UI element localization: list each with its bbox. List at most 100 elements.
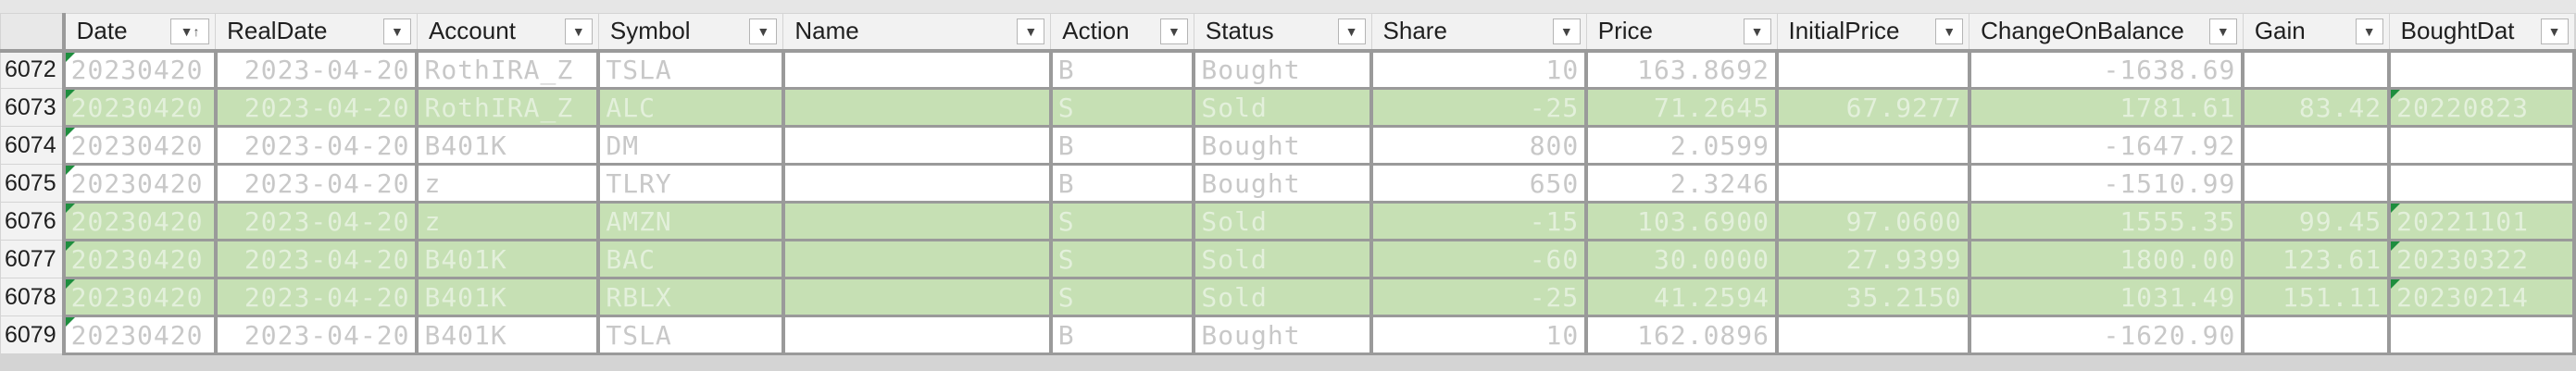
cell-account[interactable]: z — [415, 201, 601, 241]
cell-action[interactable]: B — [1048, 49, 1196, 90]
cell-symbol[interactable]: TLRY — [596, 163, 785, 204]
cell-realdate[interactable]: 2023-04-20 — [213, 49, 419, 90]
column-header-symbol[interactable]: Symbol ▼ — [597, 13, 784, 53]
cell-symbol[interactable]: ALC — [596, 87, 785, 128]
column-header-status[interactable]: Status ▼ — [1193, 13, 1372, 53]
filter-dropdown-icon[interactable]: ▼ — [2355, 19, 2383, 44]
cell-share[interactable]: 10 — [1369, 315, 1589, 355]
cell-initialprice[interactable]: 67.9277 — [1775, 87, 1971, 128]
cell-initialprice[interactable]: 35.2150 — [1775, 277, 1971, 317]
filter-dropdown-icon[interactable]: ▼ — [1159, 19, 1188, 44]
cell-gain[interactable] — [2241, 163, 2392, 204]
column-header-action[interactable]: Action ▼ — [1050, 13, 1194, 53]
cell-share[interactable]: -60 — [1369, 239, 1589, 279]
cell-account[interactable]: B401K — [415, 315, 601, 355]
cell-price[interactable]: 2.3246 — [1584, 163, 1779, 204]
cell-status[interactable]: Bought — [1192, 163, 1374, 204]
cell-gain[interactable] — [2241, 315, 2392, 355]
cell-price[interactable]: 71.2645 — [1584, 87, 1779, 128]
cell-status[interactable]: Bought — [1192, 125, 1374, 166]
cell-date[interactable]: 20230420 — [61, 201, 218, 241]
filter-dropdown-icon[interactable]: ▼ — [1743, 19, 1771, 44]
cell-account[interactable]: B401K — [415, 277, 601, 317]
cell-realdate[interactable]: 2023-04-20 — [213, 163, 419, 204]
cell-realdate[interactable]: 2023-04-20 — [213, 125, 419, 166]
cell-name[interactable] — [781, 239, 1053, 279]
cell-account[interactable]: RothIRA_Z — [415, 87, 601, 128]
cell-name[interactable] — [781, 315, 1053, 355]
cell-initialprice[interactable]: 97.0600 — [1775, 201, 1971, 241]
cell-realdate[interactable]: 2023-04-20 — [213, 201, 419, 241]
cell-account[interactable]: B401K — [415, 239, 601, 279]
cell-date[interactable]: 20230420 — [61, 315, 218, 355]
cell-name[interactable] — [781, 125, 1053, 166]
filter-dropdown-icon[interactable]: ▼ — [1552, 19, 1581, 44]
cell-status[interactable]: Bought — [1192, 49, 1374, 90]
sort-filter-icon[interactable]: ▼↑ — [170, 19, 210, 44]
column-header-price[interactable]: Price ▼ — [1585, 13, 1778, 53]
column-header-initialprice[interactable]: InitialPrice ▼ — [1776, 13, 1970, 53]
cell-price[interactable]: 2.0599 — [1584, 125, 1779, 166]
cell-action[interactable]: S — [1048, 201, 1196, 241]
cell-price[interactable]: 162.0896 — [1584, 315, 1779, 355]
cell-boughtdat[interactable] — [2387, 163, 2576, 204]
filter-dropdown-icon[interactable]: ▼ — [1935, 19, 1964, 44]
row-number[interactable]: 6074 — [0, 126, 66, 165]
cell-symbol[interactable]: RBLX — [596, 277, 785, 317]
cell-date[interactable]: 20230420 — [61, 239, 218, 279]
cell-name[interactable] — [781, 163, 1053, 204]
filter-dropdown-icon[interactable]: ▼ — [2208, 19, 2237, 44]
cell-symbol[interactable]: BAC — [596, 239, 785, 279]
cell-initialprice[interactable] — [1775, 125, 1971, 166]
column-header-date[interactable]: Date ▼↑ — [63, 13, 217, 53]
cell-gain[interactable]: 151.11 — [2241, 277, 2392, 317]
cell-price[interactable]: 103.6900 — [1584, 201, 1779, 241]
cell-initialprice[interactable] — [1775, 315, 1971, 355]
cell-status[interactable]: Sold — [1192, 87, 1374, 128]
cell-boughtdat[interactable] — [2387, 49, 2576, 90]
filter-dropdown-icon[interactable]: ▼ — [564, 19, 593, 44]
cell-changeonbalance[interactable]: 1800.00 — [1967, 239, 2245, 279]
filter-dropdown-icon[interactable]: ▼ — [2540, 19, 2569, 44]
cell-changeonbalance[interactable]: 1031.49 — [1967, 277, 2245, 317]
cell-date[interactable]: 20230420 — [61, 125, 218, 166]
cell-symbol[interactable]: DM — [596, 125, 785, 166]
cell-action[interactable]: S — [1048, 277, 1196, 317]
cell-boughtdat[interactable]: 20230214 — [2387, 277, 2576, 317]
cell-share[interactable]: -15 — [1369, 201, 1589, 241]
cell-account[interactable]: B401K — [415, 125, 601, 166]
row-number[interactable]: 6077 — [0, 240, 66, 278]
cell-share[interactable]: 10 — [1369, 49, 1589, 90]
cell-date[interactable]: 20230420 — [61, 163, 218, 204]
cell-share[interactable]: -25 — [1369, 87, 1589, 128]
row-number[interactable]: 6079 — [0, 315, 66, 354]
cell-realdate[interactable]: 2023-04-20 — [213, 87, 419, 128]
cell-symbol[interactable]: TSLA — [596, 315, 785, 355]
cell-realdate[interactable]: 2023-04-20 — [213, 315, 419, 355]
cell-realdate[interactable]: 2023-04-20 — [213, 277, 419, 317]
filter-dropdown-icon[interactable]: ▼ — [1337, 19, 1366, 44]
cell-gain[interactable]: 99.45 — [2241, 201, 2392, 241]
cell-action[interactable]: B — [1048, 163, 1196, 204]
row-number[interactable]: 6075 — [0, 164, 66, 203]
cell-action[interactable]: B — [1048, 315, 1196, 355]
cell-action[interactable]: S — [1048, 87, 1196, 128]
cell-changeonbalance[interactable]: -1510.99 — [1967, 163, 2245, 204]
cell-changeonbalance[interactable]: 1555.35 — [1967, 201, 2245, 241]
cell-date[interactable]: 20230420 — [61, 277, 218, 317]
cell-action[interactable]: S — [1048, 239, 1196, 279]
cell-price[interactable]: 30.0000 — [1584, 239, 1779, 279]
column-header-account[interactable]: Account ▼ — [416, 13, 599, 53]
filter-dropdown-icon[interactable]: ▼ — [382, 19, 411, 44]
cell-name[interactable] — [781, 201, 1053, 241]
cell-boughtdat[interactable] — [2387, 315, 2576, 355]
cell-status[interactable]: Sold — [1192, 277, 1374, 317]
cell-boughtdat[interactable]: 20221101 — [2387, 201, 2576, 241]
cell-status[interactable]: Bought — [1192, 315, 1374, 355]
cell-status[interactable]: Sold — [1192, 239, 1374, 279]
cell-share[interactable]: 650 — [1369, 163, 1589, 204]
column-header-realdate[interactable]: RealDate ▼ — [215, 13, 418, 53]
cell-initialprice[interactable] — [1775, 49, 1971, 90]
cell-date[interactable]: 20230420 — [61, 87, 218, 128]
cell-initialprice[interactable] — [1775, 163, 1971, 204]
